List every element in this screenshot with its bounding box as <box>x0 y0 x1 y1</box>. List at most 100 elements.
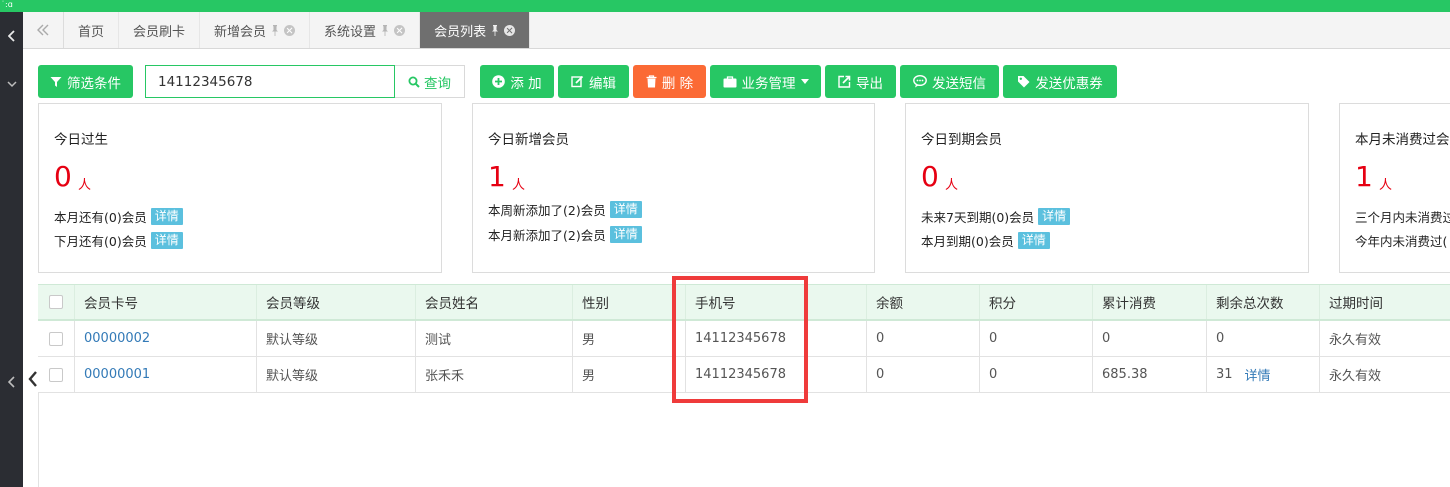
briefcase-icon <box>723 75 736 87</box>
send-coupon-label: 发送优惠券 <box>1035 75 1103 92</box>
detail-badge[interactable]: 详情 <box>609 226 642 243</box>
card-number-link[interactable]: 00000001 <box>84 367 150 382</box>
tab-member-swipe[interactable]: 会员刷卡 <box>119 12 201 48</box>
close-icon[interactable] <box>284 24 296 36</box>
pin-icon[interactable] <box>491 24 499 36</box>
card-unit: 人 <box>1379 178 1393 193</box>
card-line: 三个月内未消费过 <box>1355 207 1450 226</box>
card-value: 1 <box>488 160 506 193</box>
stat-card-expiring: 今日到期会员 0 人 未来7天到期(0)会员 详情 本月到期(0)会员 详情 <box>905 103 1309 273</box>
card-line-text: 今年内未消费过( <box>1355 234 1448 249</box>
column-header[interactable]: 积分 <box>979 285 1092 319</box>
card-title: 本月未消费过会 <box>1355 132 1450 148</box>
table-header: 会员卡号 会员等级 会员姓名 性别 手机号 余额 积分 累计消费 剩余总次数 过… <box>38 284 1450 321</box>
pin-icon[interactable] <box>381 24 389 36</box>
edit-label: 编辑 <box>589 75 616 92</box>
table-cell: 永久有效 <box>1319 357 1450 392</box>
select-all-cell <box>38 285 74 319</box>
tab-system-settings[interactable]: 系统设置 <box>310 12 421 48</box>
column-header[interactable]: 手机号 <box>685 285 866 319</box>
column-header[interactable]: 会员等级 <box>256 285 415 319</box>
query-label: 查询 <box>424 75 451 92</box>
select-all-checkbox[interactable] <box>49 295 63 309</box>
stat-card-birthday: 今日过生 0 人 本月还有(0)会员 详情 下月还有(0)会员 详情 <box>38 103 442 273</box>
send-sms-label: 发送短信 <box>932 75 986 92</box>
business-menu-button[interactable]: 业务管理 <box>710 65 821 98</box>
tab-label: 系统设置 <box>324 24 377 40</box>
table-cell: 0 <box>866 357 979 392</box>
table-cell: 默认等级 <box>256 321 415 356</box>
tab-label: 新增会员 <box>214 24 267 40</box>
table-row[interactable]: 00000001 默认等级 张禾禾 男 14112345678 0 0 685.… <box>38 357 1450 393</box>
chevron-left-icon[interactable] <box>0 30 23 42</box>
edit-icon <box>571 75 584 88</box>
remaining-count: 31 <box>1216 367 1233 382</box>
column-header[interactable]: 剩余总次数 <box>1206 285 1319 319</box>
edit-button[interactable]: 编辑 <box>558 65 629 98</box>
export-label: 导出 <box>856 75 883 92</box>
close-icon[interactable] <box>394 24 406 36</box>
card-number-link[interactable]: 00000002 <box>84 331 150 346</box>
stat-card-no-spend: 本月未消费过会 1 人 三个月内未消费过 今年内未消费过( <box>1339 103 1450 273</box>
card-unit: 人 <box>945 178 959 193</box>
card-title: 今日过生 <box>54 132 108 148</box>
double-chevron-left-icon[interactable] <box>23 12 64 48</box>
row-checkbox[interactable] <box>49 331 63 346</box>
column-header[interactable]: 会员姓名 <box>415 285 572 319</box>
delete-button[interactable]: 删 除 <box>633 65 706 98</box>
column-header[interactable]: 余额 <box>866 285 979 319</box>
column-header[interactable]: 性别 <box>572 285 685 319</box>
table-cell: 张禾禾 <box>415 357 572 392</box>
table-cell: 685.38 <box>1092 357 1206 392</box>
tag-icon <box>1018 76 1030 88</box>
table-row[interactable]: 00000002 默认等级 测试 男 14112345678 0 0 0 0 永… <box>38 321 1450 357</box>
card-line-text: 本月新添加了(2)会员 <box>488 228 606 243</box>
remaining-detail-link[interactable]: 详情 <box>1245 365 1271 384</box>
tab-label: 首页 <box>78 24 105 40</box>
column-header[interactable]: 会员卡号 <box>74 285 256 319</box>
card-line-text: 本周新添加了(2)会员 <box>488 203 606 218</box>
chevron-down-icon[interactable] <box>0 80 23 88</box>
filter-icon <box>50 76 62 87</box>
export-button[interactable]: 导出 <box>825 65 896 98</box>
card-line-text: 未来7天到期(0)会员 <box>921 210 1035 225</box>
tab-member-list[interactable]: 会员列表 <box>420 12 531 48</box>
card-line-text: 三个月内未消费过 <box>1355 210 1450 225</box>
tab-add-member[interactable]: 新增会员 <box>200 12 311 48</box>
card-line: 未来7天到期(0)会员 详情 <box>921 207 1071 226</box>
detail-badge[interactable]: 详情 <box>1038 208 1071 225</box>
card-title: 今日到期会员 <box>921 132 1002 148</box>
card-line: 今年内未消费过( <box>1355 231 1447 250</box>
top-accent-bar <box>0 0 1450 12</box>
detail-badge[interactable]: 详情 <box>1017 232 1050 249</box>
card-line-text: 下月还有(0)会员 <box>54 234 147 249</box>
card-line: 本月到期(0)会员 详情 <box>921 231 1050 250</box>
tab-label: 会员刷卡 <box>133 24 186 40</box>
card-value: 1 <box>1355 160 1373 193</box>
row-checkbox[interactable] <box>49 367 63 382</box>
close-icon[interactable] <box>504 24 516 36</box>
table-cell: 0 <box>979 357 1092 392</box>
pin-icon[interactable] <box>271 24 279 36</box>
detail-badge[interactable]: 详情 <box>609 201 642 218</box>
column-header[interactable]: 过期时间 <box>1319 285 1450 319</box>
row-select-cell <box>38 321 74 356</box>
card-value: 0 <box>54 160 72 193</box>
send-sms-button[interactable]: 发送短信 <box>900 65 999 98</box>
send-coupon-button[interactable]: 发送优惠券 <box>1003 65 1117 98</box>
chevron-left-icon[interactable] <box>0 376 23 388</box>
table-cell: 默认等级 <box>256 357 415 392</box>
card-line-text: 本月还有(0)会员 <box>54 210 147 225</box>
tab-home[interactable]: 首页 <box>64 12 120 48</box>
card-line: 本周新添加了(2)会员 详情 <box>488 200 642 219</box>
plus-circle-icon <box>492 75 506 88</box>
detail-badge[interactable]: 详情 <box>150 208 183 225</box>
detail-badge[interactable]: 详情 <box>150 232 183 249</box>
filter-button[interactable]: 筛选条件 <box>38 65 133 98</box>
query-button[interactable]: 查询 <box>395 65 465 98</box>
add-button[interactable]: 添 加 <box>480 65 554 98</box>
search-input[interactable] <box>145 65 395 98</box>
column-header[interactable]: 累计消费 <box>1092 285 1206 319</box>
table-cell: 男 <box>572 357 685 392</box>
chevron-left-icon[interactable] <box>27 370 39 388</box>
